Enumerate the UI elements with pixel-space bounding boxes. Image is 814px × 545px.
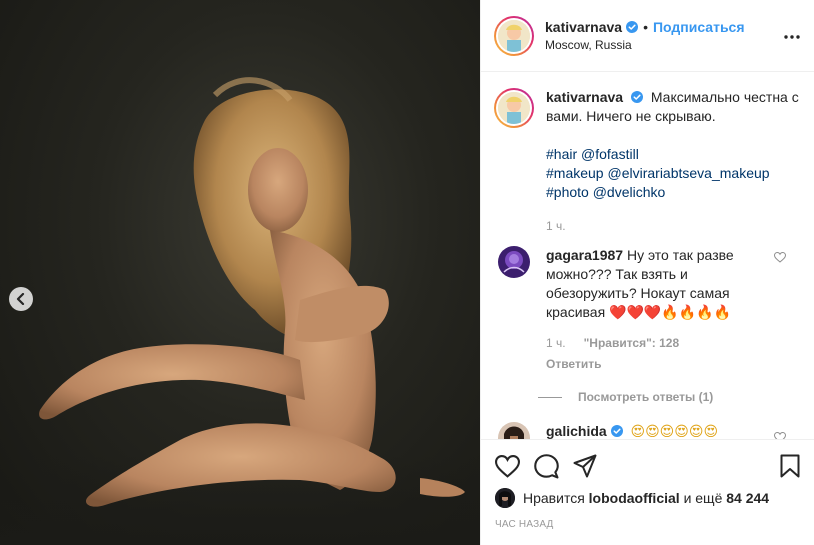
comment-time[interactable]: 1 ч.	[546, 334, 566, 353]
post-sidebar: kativarnava • Подписаться Moscow, Russia	[480, 0, 814, 545]
share-icon	[573, 454, 597, 478]
hashtag-link[interactable]: #hair	[546, 146, 577, 162]
commenter-avatar[interactable]	[498, 422, 530, 439]
heart-icon	[773, 431, 787, 439]
replies-divider	[538, 396, 562, 398]
previous-photo-button[interactable]	[9, 287, 33, 311]
liked-by-suffix: и ещё	[683, 490, 723, 506]
heart-icon	[773, 251, 787, 263]
verified-icon	[626, 21, 639, 33]
comment-likes[interactable]: "Нравится": 128	[584, 334, 680, 353]
comment-text: 😍😍😍😍😍😍	[630, 423, 719, 439]
view-replies-label: Посмотреть ответы (1)	[578, 390, 714, 404]
caption-avatar[interactable]	[494, 88, 534, 128]
like-button[interactable]	[495, 454, 520, 478]
heart-icon	[495, 454, 520, 478]
chevron-left-icon	[16, 293, 25, 305]
more-options-button[interactable]	[784, 26, 800, 42]
share-button[interactable]	[573, 454, 597, 478]
comment-button[interactable]	[534, 453, 559, 479]
likes-count[interactable]: 84 244	[726, 490, 769, 506]
verified-icon	[610, 425, 623, 437]
photo-figure	[39, 77, 465, 507]
liked-by-user[interactable]: lobodaofficial	[589, 490, 680, 506]
comment-like-button[interactable]	[773, 430, 787, 439]
comment-like-button[interactable]	[773, 250, 787, 266]
separator-dot: •	[643, 19, 648, 35]
hashtag-link[interactable]: #photo	[546, 184, 589, 200]
commenter-avatar[interactable]	[498, 246, 530, 278]
hashtag-link[interactable]: #makeup	[546, 165, 604, 181]
post-header: kativarnava • Подписаться Moscow, Russia	[481, 0, 814, 72]
author-avatar[interactable]	[494, 15, 534, 56]
follow-button[interactable]: Подписаться	[653, 19, 745, 35]
save-button[interactable]	[780, 454, 800, 481]
more-icon	[784, 35, 800, 39]
caption-username[interactable]: kativarnava	[546, 89, 623, 105]
comment-item: gagara1987 Ну это так разве можно??? Так…	[494, 246, 800, 374]
post-actions: Нравится lobodaofficial и ещё 84 244 ЧАС…	[481, 439, 814, 545]
mention-link[interactable]: @fofastill	[581, 146, 639, 162]
liked-by-prefix: Нравится	[523, 490, 585, 506]
reply-button[interactable]: Ответить	[546, 355, 774, 374]
mention-link[interactable]: @elvirariabtseva_makeup	[607, 165, 769, 181]
post-caption: kativarnava Максимально честна с вами. Н…	[494, 73, 800, 236]
commenter-username[interactable]: gagara1987	[546, 247, 623, 263]
bookmark-icon	[780, 454, 800, 478]
commenter-username[interactable]: galichida	[546, 423, 607, 439]
post-timestamp[interactable]: ЧАС НАЗАД	[495, 519, 800, 530]
post-photo[interactable]	[0, 0, 480, 545]
caption-tags: #hair @fofastill #makeup @elvirariabtsev…	[546, 145, 800, 202]
comment-item: galichida 😍😍😍😍😍😍	[494, 422, 800, 439]
view-replies-button[interactable]: Посмотреть ответы (1)	[538, 390, 800, 404]
mention-link[interactable]: @dvelichko	[593, 184, 666, 200]
author-username[interactable]: kativarnava	[545, 19, 622, 35]
comments-list[interactable]: kativarnava Максимально честна с вами. Н…	[481, 73, 814, 439]
post-location[interactable]: Moscow, Russia	[545, 38, 745, 52]
verified-icon	[630, 91, 643, 103]
caption-time[interactable]: 1 ч.	[546, 217, 800, 236]
comment-icon	[534, 453, 559, 478]
